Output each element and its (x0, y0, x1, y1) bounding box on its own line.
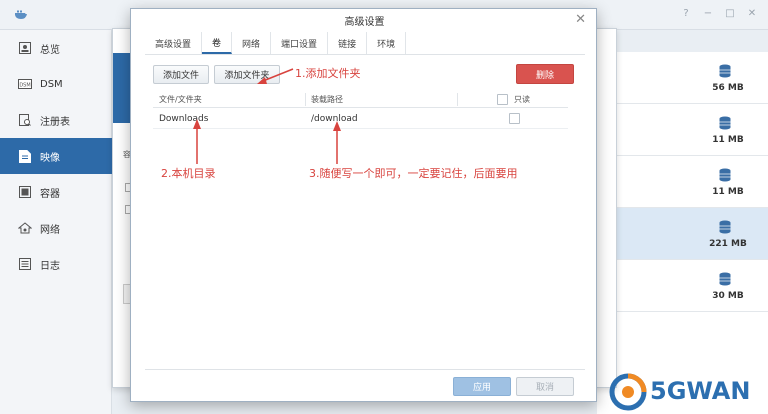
column-header-file: 文件/文件夹 (159, 95, 202, 104)
window-controls: ? − □ ✕ (680, 8, 758, 19)
annotation-local-dir: 2.本机目录 (161, 167, 216, 180)
volume-table-header: 文件/文件夹 装载路径 只读 (153, 91, 568, 108)
sidebar-item-network[interactable]: 网络 (0, 210, 112, 246)
database-icon (719, 220, 731, 234)
sidebar-item-overview[interactable]: 总览 (0, 30, 112, 66)
close-icon[interactable]: ✕ (575, 12, 586, 27)
svg-text:DSM: DSM (19, 83, 30, 89)
tab-port-settings[interactable]: 端口设置 (271, 32, 329, 54)
image-icon (18, 149, 32, 163)
sidebar-item-label: 容器 (40, 188, 60, 200)
table-row[interactable]: Downloads /download (153, 109, 568, 129)
delete-button[interactable]: 删除 (516, 64, 574, 84)
add-file-button[interactable]: 添加文件 (153, 65, 209, 84)
tab-network[interactable]: 网络 (232, 32, 272, 54)
list-item-selected[interactable]: 221 MB (597, 208, 768, 260)
watermark-logo-icon (609, 373, 647, 411)
image-size: 11 MB (712, 187, 744, 197)
database-icon (719, 272, 731, 286)
sidebar-item-label: 日志 (40, 260, 60, 272)
column-divider (305, 93, 306, 106)
list-item[interactable]: 11 MB (597, 104, 768, 156)
file-cell: Downloads (159, 114, 209, 124)
overview-icon (18, 41, 32, 55)
database-icon (719, 64, 731, 78)
sidebar-item-label: 映像 (40, 152, 60, 164)
tabs-divider (145, 54, 585, 55)
tab-environment[interactable]: 环境 (367, 32, 407, 54)
add-folder-button[interactable]: 添加文件夹 (214, 65, 280, 84)
tab-volume[interactable]: 卷 (202, 32, 233, 54)
dialog-title: 高级设置 (344, 17, 385, 28)
docker-logo-icon (15, 10, 27, 19)
registry-icon (18, 113, 32, 127)
column-header-mount-path: 装载路径 (311, 95, 343, 104)
sidebar-item-registry[interactable]: 注册表 (0, 102, 112, 138)
dsm-icon: DSM (18, 77, 32, 91)
sidebar: 总览 DSM DSM 注册表 映像 容器 网络 日志 (0, 30, 112, 414)
tab-links[interactable]: 链接 (328, 32, 368, 54)
list-item[interactable]: 30 MB (597, 260, 768, 312)
minimize-icon[interactable]: − (702, 8, 714, 19)
sidebar-item-dsm[interactable]: DSM DSM (0, 66, 112, 102)
watermark-text: 5GWAN (650, 377, 751, 405)
image-size: 30 MB (712, 291, 744, 301)
dialog-tabs: 高级设置 卷 网络 端口设置 链接 环境 (145, 32, 407, 54)
close-window-icon[interactable]: ✕ (746, 8, 758, 19)
list-item[interactable]: 56 MB (597, 52, 768, 104)
tab-advanced-settings[interactable]: 高级设置 (145, 32, 203, 54)
container-icon (18, 185, 32, 199)
readonly-all-checkbox[interactable] (497, 94, 508, 105)
image-size: 221 MB (709, 239, 747, 249)
help-icon[interactable]: ? (680, 8, 692, 19)
list-item[interactable]: 11 MB (597, 156, 768, 208)
readonly-checkbox[interactable] (509, 113, 520, 124)
advanced-settings-dialog: 高级设置 ✕ 高级设置 卷 网络 端口设置 链接 环境 添加文件 添加文件夹 删… (130, 8, 597, 402)
sidebar-item-log[interactable]: 日志 (0, 246, 112, 282)
annotation-add-folder: 1.添加文件夹 (295, 67, 361, 80)
sidebar-item-label: 网络 (40, 224, 60, 236)
sidebar-item-container[interactable]: 容器 (0, 174, 112, 210)
column-header-readonly: 只读 (514, 95, 530, 104)
annotation-mount-path: 3.随便写一个即可，一定要记住，后面要用 (309, 167, 518, 180)
mount-path-cell[interactable]: /download (311, 114, 358, 124)
image-size: 11 MB (712, 135, 744, 145)
image-list-panel: 56 MB 11 MB 11 MB 221 MB 30 MB (597, 52, 768, 414)
network-icon (18, 221, 32, 235)
log-icon (18, 257, 32, 271)
apply-button[interactable]: 应用 (453, 377, 511, 396)
column-divider (457, 93, 458, 106)
image-size: 56 MB (712, 83, 744, 93)
database-icon (719, 116, 731, 130)
maximize-icon[interactable]: □ (724, 8, 736, 19)
sidebar-item-label: 总览 (40, 44, 60, 56)
database-icon (719, 168, 731, 182)
watermark: 5GWAN (600, 370, 768, 414)
sidebar-item-label: 注册表 (40, 116, 70, 128)
footer-divider (145, 369, 585, 370)
cancel-button[interactable]: 取消 (516, 377, 574, 396)
sidebar-item-image[interactable]: 映像 (0, 138, 112, 174)
sidebar-item-label: DSM (40, 78, 63, 90)
